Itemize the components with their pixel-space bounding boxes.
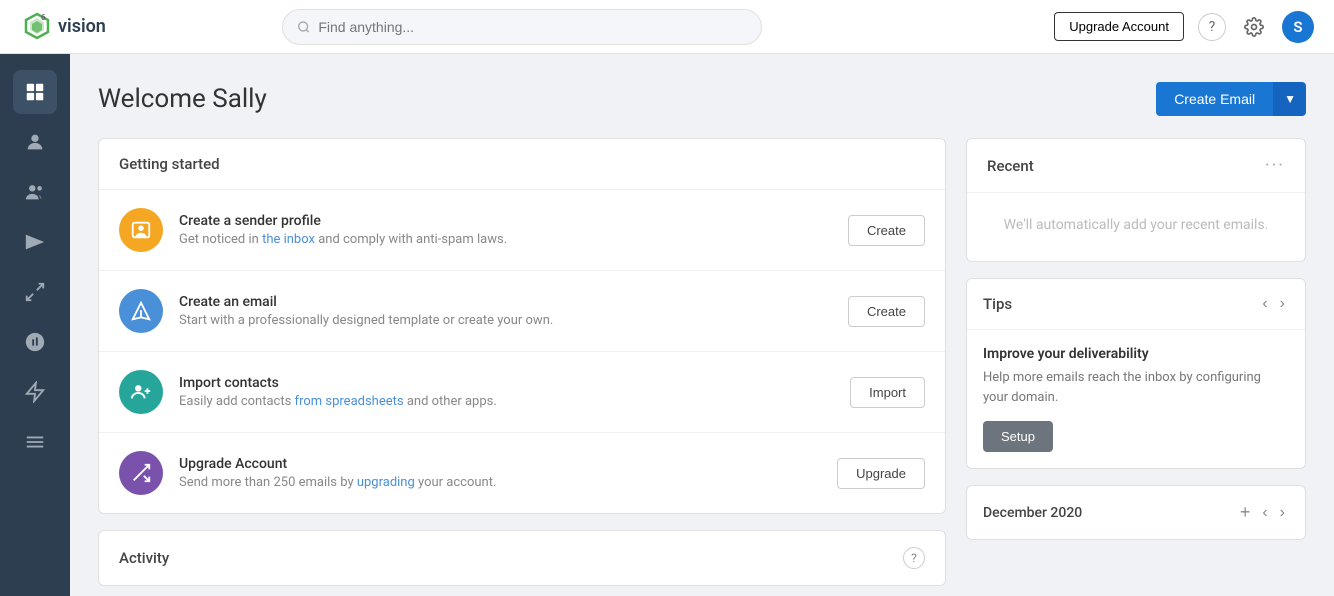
tips-title: Tips — [983, 295, 1012, 313]
page-header: Welcome Sally Create Email ▼ — [98, 82, 1306, 116]
december-card: December 2020 + ‹ › — [966, 485, 1306, 540]
sidebar-item-profile[interactable] — [13, 120, 57, 164]
sidebar-item-reports[interactable] — [13, 320, 57, 364]
create-email-btn-group: Create Email ▼ — [1156, 82, 1306, 116]
logo-text: vision — [58, 16, 106, 37]
import-contacts-title: Import contacts — [179, 375, 834, 391]
page-title: Welcome Sally — [98, 84, 267, 114]
sidebar-item-contacts[interactable] — [13, 170, 57, 214]
create-email-button[interactable]: Create Email — [1156, 82, 1273, 116]
activity-card: Activity ? — [98, 530, 946, 586]
settings-icon[interactable] — [1240, 13, 1268, 41]
task-sender-profile: Create a sender profile Get noticed in t… — [99, 190, 945, 271]
tips-prev-button[interactable]: ‹ — [1258, 293, 1271, 315]
sender-profile-create-button[interactable]: Create — [848, 215, 925, 246]
sidebar-item-files[interactable] — [13, 420, 57, 464]
sidebar-item-split[interactable] — [13, 270, 57, 314]
upgrade-account-button[interactable]: Upgrade Account — [1054, 12, 1184, 41]
december-next-button[interactable]: › — [1276, 502, 1289, 524]
search-icon — [297, 20, 310, 34]
upgrade-account-desc: Send more than 250 emails by upgrading y… — [179, 475, 821, 490]
tips-next-button[interactable]: › — [1276, 293, 1289, 315]
sidebar-item-dashboard[interactable] — [13, 70, 57, 114]
profile-icon — [24, 131, 46, 153]
tips-card-desc: Help more emails reach the inbox by conf… — [983, 368, 1289, 407]
gear-icon — [1244, 17, 1264, 37]
tips-card: Tips ‹ › Improve your deliverability Hel… — [966, 278, 1306, 469]
import-contacts-icon — [119, 370, 163, 414]
files-icon — [24, 431, 46, 453]
import-contacts-desc: Easily add contacts from spreadsheets an… — [179, 394, 834, 409]
nav-right: Upgrade Account ? S — [1054, 11, 1314, 43]
create-email-info: Create an email Start with a professiona… — [179, 294, 832, 328]
task-import-contacts: Import contacts Easily add contacts from… — [99, 352, 945, 433]
main-content: Welcome Sally Create Email ▼ Getting sta… — [70, 54, 1334, 596]
sidebar-item-campaigns[interactable] — [13, 220, 57, 264]
import-contacts-button[interactable]: Import — [850, 377, 925, 408]
logo-icon: 6 — [20, 10, 54, 44]
upgrade-account-info: Upgrade Account Send more than 250 email… — [179, 456, 821, 490]
december-prev-button[interactable]: ‹ — [1258, 502, 1271, 524]
december-navigation: + ‹ › — [1236, 500, 1289, 525]
tips-card-title: Improve your deliverability — [983, 346, 1289, 362]
import-contacts-svg — [130, 381, 152, 403]
sender-profile-info: Create a sender profile Get noticed in t… — [179, 213, 832, 247]
campaigns-icon — [24, 231, 46, 253]
december-header: December 2020 + ‹ › — [967, 486, 1305, 539]
split-icon — [24, 281, 46, 303]
create-email-task-button[interactable]: Create — [848, 296, 925, 327]
search-bar[interactable] — [282, 9, 762, 45]
recent-title: Recent — [987, 157, 1034, 175]
sidebar-item-automations[interactable] — [13, 370, 57, 414]
december-title: December 2020 — [983, 505, 1082, 521]
right-column: Recent ··· We'll automatically add your … — [966, 138, 1306, 586]
task-create-email: Create an email Start with a professiona… — [99, 271, 945, 352]
create-email-dropdown-button[interactable]: ▼ — [1273, 82, 1306, 116]
sender-profile-icon — [119, 208, 163, 252]
activity-help-icon[interactable]: ? — [903, 547, 925, 569]
avatar[interactable]: S — [1282, 11, 1314, 43]
create-email-icon — [119, 289, 163, 333]
create-email-task-title: Create an email — [179, 294, 832, 310]
sidebar — [0, 54, 70, 596]
recent-more-button[interactable]: ··· — [1265, 155, 1285, 176]
layout: Welcome Sally Create Email ▼ Getting sta… — [0, 54, 1334, 596]
contacts-icon — [24, 181, 46, 203]
setup-button[interactable]: Setup — [983, 421, 1053, 452]
dashboard-icon — [24, 81, 46, 103]
activity-header: Activity ? — [99, 531, 945, 585]
sender-profile-title: Create a sender profile — [179, 213, 832, 229]
task-upgrade-account: Upgrade Account Send more than 250 email… — [99, 433, 945, 513]
left-column: Getting started Create a sender profile — [98, 138, 946, 586]
tips-navigation: ‹ › — [1258, 293, 1289, 315]
svg-text:6: 6 — [41, 13, 46, 22]
tips-header: Tips ‹ › — [967, 279, 1305, 330]
search-input[interactable] — [318, 19, 747, 35]
upgrade-account-task-button[interactable]: Upgrade — [837, 458, 925, 489]
recent-header: Recent ··· — [967, 139, 1305, 192]
activity-title: Activity — [119, 549, 169, 567]
getting-started-card: Getting started Create a sender profile — [98, 138, 946, 514]
help-icon[interactable]: ? — [1198, 13, 1226, 41]
recent-card: Recent ··· We'll automatically add your … — [966, 138, 1306, 262]
recent-empty-text: We'll automatically add your recent emai… — [967, 192, 1305, 261]
getting-started-header: Getting started — [99, 139, 945, 190]
december-add-button[interactable]: + — [1236, 500, 1255, 525]
create-email-svg — [130, 300, 152, 322]
upgrade-account-icon — [119, 451, 163, 495]
upgrade-account-title: Upgrade Account — [179, 456, 821, 472]
tips-body: Improve your deliverability Help more em… — [967, 330, 1305, 468]
reports-icon — [24, 331, 46, 353]
sender-profile-desc: Get noticed in the inbox and comply with… — [179, 232, 832, 247]
sender-profile-svg — [130, 219, 152, 241]
content-grid: Getting started Create a sender profile — [98, 138, 1306, 586]
create-email-task-desc: Start with a professionally designed tem… — [179, 313, 832, 328]
upgrade-account-svg — [130, 462, 152, 484]
topnav: 6 vision Upgrade Account ? S — [0, 0, 1334, 54]
import-contacts-info: Import contacts Easily add contacts from… — [179, 375, 834, 409]
logo: 6 vision — [20, 10, 106, 44]
automations-icon — [24, 381, 46, 403]
